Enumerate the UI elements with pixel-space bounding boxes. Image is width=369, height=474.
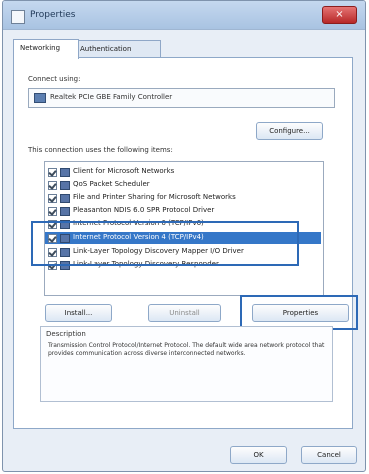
list-item[interactable]: QoS Packet Scheduler xyxy=(45,179,321,191)
uninstall-button[interactable]: Uninstall xyxy=(148,304,221,322)
checkbox[interactable] xyxy=(48,194,57,203)
adapter-field: Realtek PCIe GBE Family Controller xyxy=(28,88,335,108)
properties-dialog: Properties × Networking Authentication C… xyxy=(2,0,366,472)
client-icon xyxy=(60,168,70,177)
checkbox[interactable] xyxy=(48,168,57,177)
checkbox[interactable] xyxy=(48,207,57,216)
scheduler-icon xyxy=(60,181,70,190)
properties-button[interactable]: Properties xyxy=(252,304,349,322)
tab-bar: Networking Authentication xyxy=(13,39,353,59)
adapter-name: Realtek PCIe GBE Family Controller xyxy=(50,93,173,101)
description-label: Description xyxy=(46,330,86,338)
description-box: Description Transmission Control Protoco… xyxy=(40,326,333,402)
window-title: Properties xyxy=(30,10,76,20)
protocol-icon xyxy=(60,207,70,216)
list-item[interactable]: File and Printer Sharing for Microsoft N… xyxy=(45,192,321,204)
cancel-button[interactable]: Cancel xyxy=(301,446,357,464)
adapter-icon xyxy=(34,93,46,103)
tab-networking[interactable]: Networking xyxy=(13,39,79,59)
item-label: Pleasanton NDIS 6.0 SPR Protocol Driver xyxy=(73,206,215,214)
item-label: File and Printer Sharing for Microsoft N… xyxy=(73,193,236,201)
ok-button[interactable]: OK xyxy=(230,446,287,464)
sharing-icon xyxy=(60,194,70,203)
checkbox[interactable] xyxy=(48,181,57,190)
configure-button[interactable]: Configure... xyxy=(256,122,323,140)
title-bar[interactable]: Properties × xyxy=(3,1,365,30)
item-label: Client for Microsoft Networks xyxy=(73,167,175,175)
install-button[interactable]: Install... xyxy=(45,304,112,322)
description-text: Transmission Control Protocol/Internet P… xyxy=(48,342,325,357)
items-label: This connection uses the following items… xyxy=(28,146,173,154)
list-item[interactable]: Client for Microsoft Networks xyxy=(45,166,321,178)
connect-using-label: Connect using: xyxy=(28,75,81,83)
highlight-ip-items xyxy=(31,221,299,266)
item-label: QoS Packet Scheduler xyxy=(73,180,150,188)
network-icon xyxy=(11,10,25,24)
close-button[interactable]: × xyxy=(322,6,357,24)
list-item[interactable]: Pleasanton NDIS 6.0 SPR Protocol Driver xyxy=(45,205,321,217)
